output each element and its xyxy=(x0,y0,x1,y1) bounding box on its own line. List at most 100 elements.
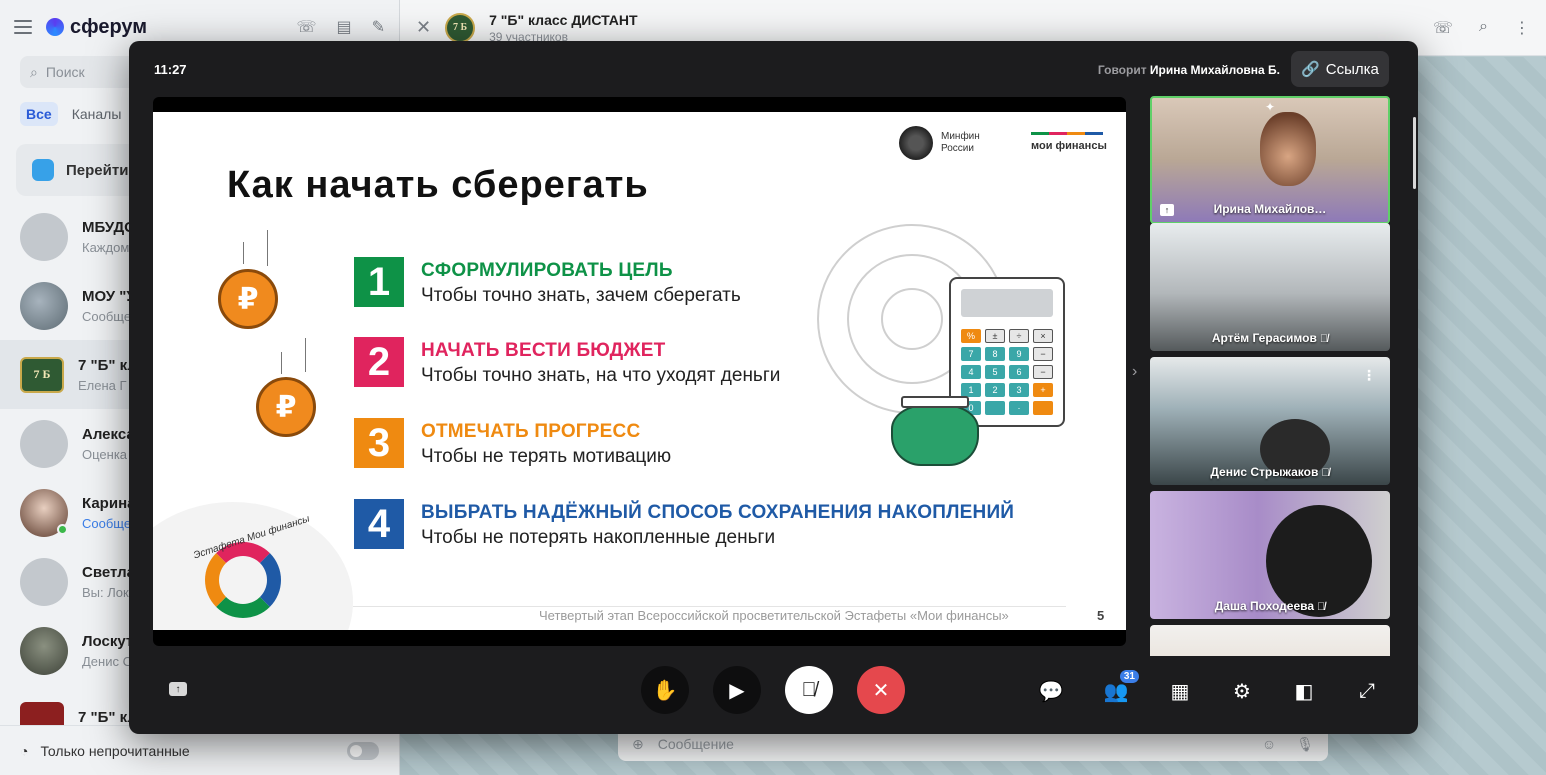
hangup-button[interactable]: ✕ xyxy=(857,666,905,714)
slide-title: Как начать сберегать xyxy=(227,164,649,206)
online-indicator xyxy=(57,523,68,535)
archive-icon[interactable]: ▤ xyxy=(336,17,351,37)
step-description: Чтобы не терять мотивацию xyxy=(421,446,672,467)
close-chat-icon[interactable]: ✕ xyxy=(416,17,431,38)
participants-icon[interactable]: 👥 31 xyxy=(1103,670,1139,704)
grid-layout-icon[interactable]: ▦ xyxy=(1167,678,1193,704)
sidebar-header-actions: ☏ ▤ ✎ xyxy=(296,17,385,37)
participant-tile[interactable]: Даша Походеева 🎙̸ xyxy=(1150,491,1390,619)
tab-all[interactable]: Все xyxy=(20,102,58,126)
settings-icon[interactable]: ⚙ xyxy=(1229,678,1255,704)
user-avatar-icon xyxy=(20,419,68,468)
calc-key: 5 xyxy=(985,365,1005,379)
participant-name: Даша Походеева 🎙̸ xyxy=(1150,599,1390,613)
copy-link-button[interactable]: 🔗 Ссылка xyxy=(1291,51,1389,87)
calc-key: 1 xyxy=(961,383,981,397)
participant-tile[interactable] xyxy=(1150,625,1390,656)
participant-name: Денис Стрыжаков 🎙̸ xyxy=(1150,465,1390,479)
mic-off-icon: 🎙̸ xyxy=(1317,601,1326,613)
participant-tile[interactable]: Артём Герасимов 🎙̸ xyxy=(1150,223,1390,351)
step-description: Чтобы точно знать, на что уходят деньги xyxy=(421,365,781,386)
chat-header-actions: ☏ ⌕ ⋮ xyxy=(1433,18,1530,38)
chat-preview: Вы: Лок xyxy=(82,584,129,600)
presentation-slide: Минфин России мои финансы Как начать сбер… xyxy=(153,112,1126,630)
target-ring-icon xyxy=(881,288,943,350)
step-heading: СФОРМУЛИРОВАТЬ ЦЕЛЬ xyxy=(421,260,673,281)
calc-key: + xyxy=(1033,383,1053,397)
mute-button[interactable]: 🎙̸ xyxy=(785,666,833,714)
search-icon: ⌕ xyxy=(30,63,38,80)
layout-icon[interactable]: ◧ xyxy=(1291,678,1317,704)
screen-share-icon[interactable]: ↑ xyxy=(169,682,187,696)
calc-key: × xyxy=(1033,329,1053,343)
app-logo-text: сферум xyxy=(70,15,148,38)
minfin-line-2: России xyxy=(941,143,974,154)
group-avatar-icon xyxy=(20,212,68,261)
fullscreen-icon[interactable]: ⤢ xyxy=(1354,678,1380,704)
coin-trail xyxy=(243,242,244,264)
raise-hand-button[interactable]: ✋ xyxy=(641,666,689,714)
calc-key: ± xyxy=(985,329,1005,343)
chat-name: Алекса xyxy=(82,425,135,443)
slide-page-number: 5 xyxy=(1097,608,1105,623)
link-label: Ссылка xyxy=(1325,60,1379,78)
user-avatar-icon xyxy=(20,557,68,606)
avatar xyxy=(20,488,68,537)
video-call-window: 11:27 Говорит Ирина Михайловна Б. 🔗 Ссыл… xyxy=(129,41,1418,734)
participant-scrollbar[interactable] xyxy=(1413,117,1416,189)
step-description: Чтобы не потерять накопленные деньги xyxy=(421,527,776,548)
more-icon[interactable]: ⋮ xyxy=(1514,18,1530,38)
mic-off-icon: 🎙̸ xyxy=(1321,467,1330,479)
active-speaker: Говорит Ирина Михайловна Б. xyxy=(1098,63,1280,77)
step-number: 3 xyxy=(354,418,404,468)
attach-icon[interactable]: ⊕ xyxy=(632,736,644,753)
message-placeholder: Сообщение xyxy=(657,736,734,752)
calc-key: 7 xyxy=(961,347,981,361)
avatar xyxy=(20,626,68,675)
chat-name: Карина xyxy=(82,494,136,512)
calc-key: 4 xyxy=(961,365,981,379)
unread-filter-icon: ◔ xyxy=(20,742,29,759)
step-number: 4 xyxy=(354,499,404,549)
emoji-icon[interactable]: ☺ xyxy=(1262,736,1276,753)
chat-preview: Сообще xyxy=(82,515,132,531)
chat-preview: Сообще xyxy=(82,308,132,324)
camera-button[interactable]: ▶ xyxy=(713,666,761,714)
channel-avatar: 7 Б xyxy=(445,12,476,43)
participant-tile[interactable]: ⋮ Денис Стрыжаков 🎙̸ xyxy=(1150,357,1390,485)
microphone-icon[interactable]: 🎙 xyxy=(1296,736,1314,753)
avatar xyxy=(20,281,68,330)
logo-mark-icon xyxy=(46,18,64,36)
step-heading: ВЫБРАТЬ НАДЁЖНЫЙ СПОСОБ СОХРАНЕНИЯ НАКОП… xyxy=(421,502,1015,523)
chevron-right-icon[interactable]: › xyxy=(1132,363,1137,381)
calc-key xyxy=(985,401,1005,415)
calc-key: · xyxy=(1009,401,1029,415)
calculator-keys: % ± ÷ × 7 8 9 − 4 5 6 − 1 2 3 + 0 · xyxy=(961,329,1053,415)
phone-icon[interactable]: ☏ xyxy=(1433,18,1453,38)
slide-footer: Четвертый этап Всероссийской просветител… xyxy=(539,608,1009,623)
screen-share-stage[interactable]: Минфин России мои финансы Как начать сбер… xyxy=(153,97,1126,646)
participant-name-text: Артём Герасимов xyxy=(1211,331,1317,345)
calc-key: ÷ xyxy=(1009,329,1029,343)
tab-channels[interactable]: Каналы xyxy=(66,102,128,126)
participant-tile[interactable]: ✦ ↑ Ирина Михайлов… xyxy=(1150,96,1390,224)
step-description: Чтобы точно знать, зачем сберегать xyxy=(421,285,741,306)
money-bag-rim xyxy=(901,396,969,408)
chat-name: МОУ "У xyxy=(82,287,136,305)
calc-key xyxy=(1033,401,1053,415)
calculator-screen xyxy=(961,289,1053,317)
call-controls: ↑ ✋ ▶ 🎙̸ ✕ 💬 👥 31 ▦ ⚙ ◧ ⤢ xyxy=(129,666,1418,714)
participant-name-text: Даша Походеева xyxy=(1214,599,1315,613)
step-1: 1 СФОРМУЛИРОВАТЬ ЦЕЛЬ Чтобы точно знать, … xyxy=(354,257,741,307)
chat-icon[interactable]: 💬 xyxy=(1038,678,1064,704)
search-icon[interactable]: ⌕ xyxy=(1479,18,1488,38)
avatar: 7 Б xyxy=(20,356,64,393)
unread-only-toggle[interactable] xyxy=(347,741,379,760)
menu-icon[interactable] xyxy=(14,20,32,34)
more-icon[interactable]: ⋮ xyxy=(1362,367,1376,384)
new-call-icon[interactable]: ☏ xyxy=(296,17,316,37)
calc-key: 8 xyxy=(985,347,1005,361)
speaker-name: Ирина Михайловна Б. xyxy=(1149,63,1280,77)
pin-icon[interactable]: ✦ xyxy=(1265,100,1275,114)
compose-icon[interactable]: ✎ xyxy=(372,17,385,37)
